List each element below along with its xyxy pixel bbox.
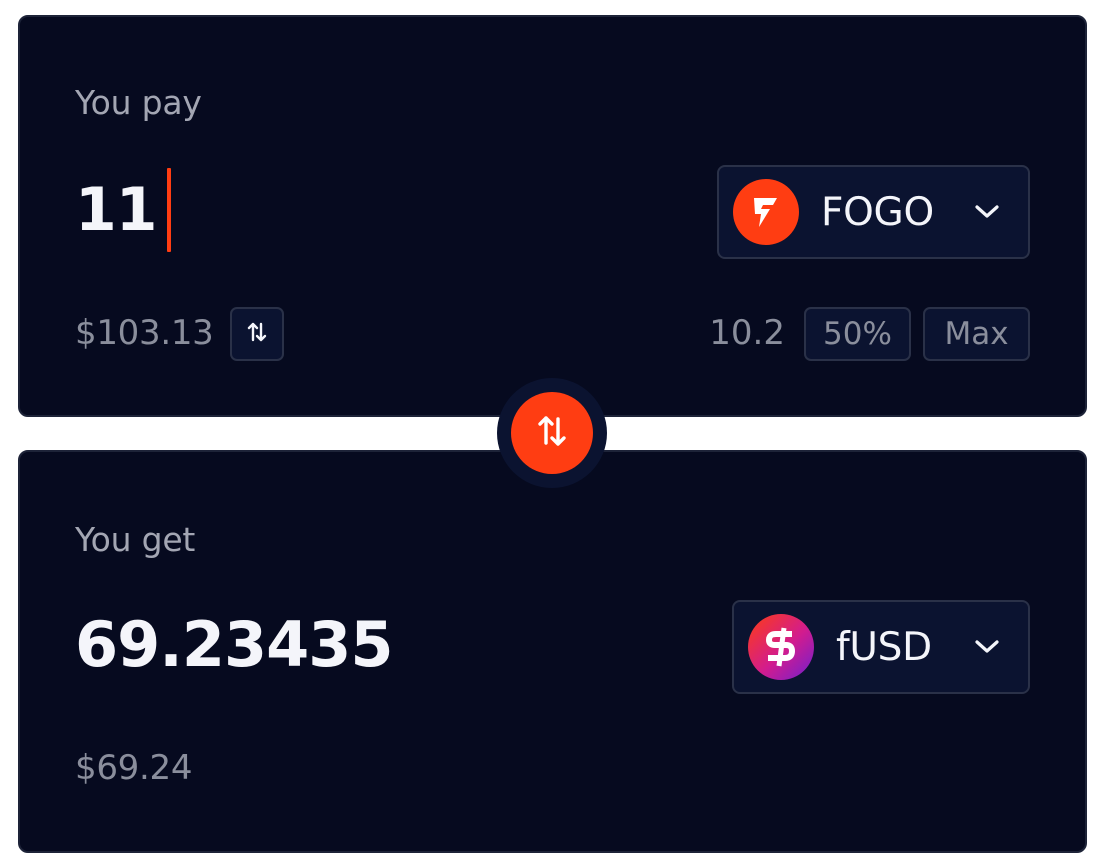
chevron-down-icon — [974, 199, 1000, 225]
pay-amount-value: 11 — [75, 175, 157, 245]
swap-arrows-icon — [536, 413, 568, 453]
pay-amount-input[interactable]: 11 — [75, 168, 171, 252]
max-balance-button[interactable]: Max — [923, 307, 1030, 361]
get-usd-value: $69.24 — [75, 748, 193, 788]
get-card: You get 69.23435 fUSD $69.24 — [18, 450, 1087, 853]
get-amount-value: 69.23435 — [75, 608, 394, 681]
half-balance-button[interactable]: 50% — [804, 307, 911, 361]
get-token-symbol: fUSD — [836, 624, 932, 670]
text-caret — [166, 168, 171, 252]
swap-vertical-icon — [246, 320, 268, 348]
pay-label: You pay — [75, 83, 202, 122]
pay-card: You pay 11 FOGO $103.13 10.2 50% Max — [18, 15, 1087, 417]
fogo-logo-icon — [733, 179, 799, 245]
pay-balance: 10.2 — [709, 313, 785, 353]
swap-widget: You pay 11 FOGO $103.13 10.2 50% Max You… — [0, 0, 1104, 864]
toggle-currency-button[interactable] — [230, 307, 284, 361]
get-token-select[interactable]: fUSD — [732, 600, 1030, 694]
pay-token-symbol: FOGO — [821, 189, 934, 235]
swap-direction-ring — [497, 378, 607, 488]
swap-direction-button[interactable] — [511, 392, 593, 474]
pay-usd-value: $103.13 — [75, 313, 214, 353]
fusd-logo-icon — [748, 614, 814, 680]
get-label: You get — [75, 520, 196, 559]
pay-token-select[interactable]: FOGO — [717, 165, 1030, 259]
chevron-down-icon — [974, 634, 1000, 660]
